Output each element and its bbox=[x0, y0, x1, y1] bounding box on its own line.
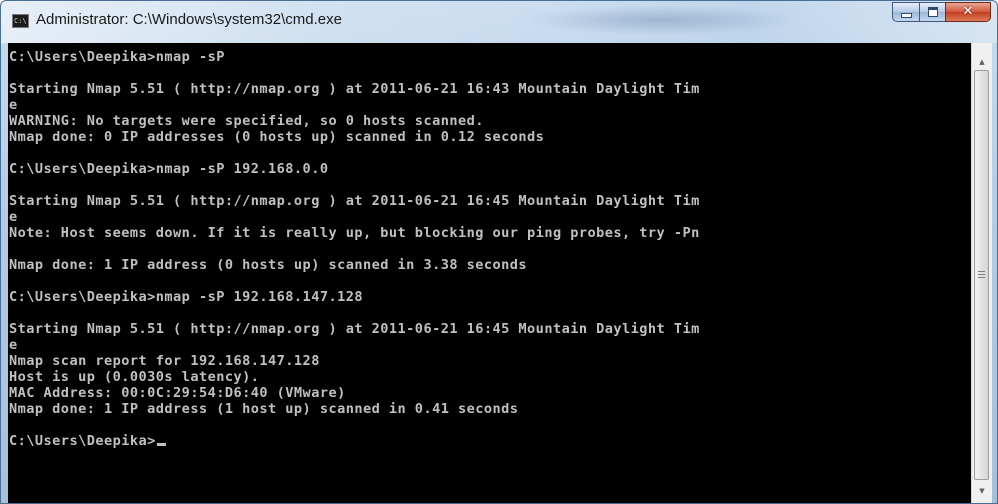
console-line: Host is up (0.0030s latency). bbox=[9, 369, 260, 385]
maximize-icon bbox=[927, 7, 938, 17]
scroll-up-arrow-icon[interactable]: ▲ bbox=[972, 53, 992, 70]
cmd-window: C:\ Administrator: C:\Windows\system32\c… bbox=[0, 0, 998, 504]
scrollbar-grip-icon bbox=[978, 271, 985, 279]
console-line: e bbox=[9, 97, 18, 113]
minimize-icon bbox=[900, 12, 912, 18]
console-line: C:\Users\Deepika>nmap -sP bbox=[9, 49, 225, 65]
console-line: Nmap done: 1 IP address (1 host up) scan… bbox=[9, 401, 519, 417]
vertical-scrollbar[interactable]: ▲ ▼ bbox=[971, 43, 992, 503]
console-line: Nmap done: 0 IP addresses (0 hosts up) s… bbox=[9, 129, 545, 145]
console-line: Starting Nmap 5.51 ( http://nmap.org ) a… bbox=[9, 81, 700, 97]
console-line: WARNING: No targets were specified, so 0… bbox=[9, 113, 484, 129]
console-line: Starting Nmap 5.51 ( http://nmap.org ) a… bbox=[9, 193, 700, 209]
console-line: C:\Users\Deepika> bbox=[9, 433, 166, 449]
console-line: C:\Users\Deepika>nmap -sP 192.168.0.0 bbox=[9, 161, 329, 177]
console-line: Note: Host seems down. If it is really u… bbox=[9, 225, 700, 241]
console-line: MAC Address: 00:0C:29:54:D6:40 (VMware) bbox=[9, 385, 346, 401]
cmd-app-icon[interactable]: C:\ bbox=[12, 14, 29, 28]
console-output[interactable]: C:\Users\Deepika>nmap -sP Starting Nmap 5… bbox=[8, 43, 971, 503]
text-cursor bbox=[156, 443, 166, 446]
scrollbar-thumb[interactable] bbox=[974, 70, 989, 480]
scroll-down-arrow-icon[interactable]: ▼ bbox=[972, 482, 992, 499]
console-line: C:\Users\Deepika>nmap -sP 192.168.147.12… bbox=[9, 289, 363, 305]
title-bar[interactable]: C:\ Administrator: C:\Windows\system32\c… bbox=[1, 1, 997, 43]
caption-buttons: ✕ bbox=[892, 2, 991, 23]
window-title: Administrator: C:\Windows\system32\cmd.e… bbox=[36, 11, 342, 28]
title-bar-glare bbox=[521, 5, 801, 35]
close-button[interactable]: ✕ bbox=[945, 2, 991, 22]
maximize-button[interactable] bbox=[919, 2, 945, 22]
minimize-button[interactable] bbox=[892, 2, 919, 22]
console-line: Starting Nmap 5.51 ( http://nmap.org ) a… bbox=[9, 321, 700, 337]
console-line: e bbox=[9, 209, 18, 225]
console-line: Nmap done: 1 IP address (0 hosts up) sca… bbox=[9, 257, 528, 273]
close-icon: ✕ bbox=[962, 4, 974, 19]
console-line: e bbox=[9, 337, 18, 353]
console-line: Nmap scan report for 192.168.147.128 bbox=[9, 353, 320, 369]
